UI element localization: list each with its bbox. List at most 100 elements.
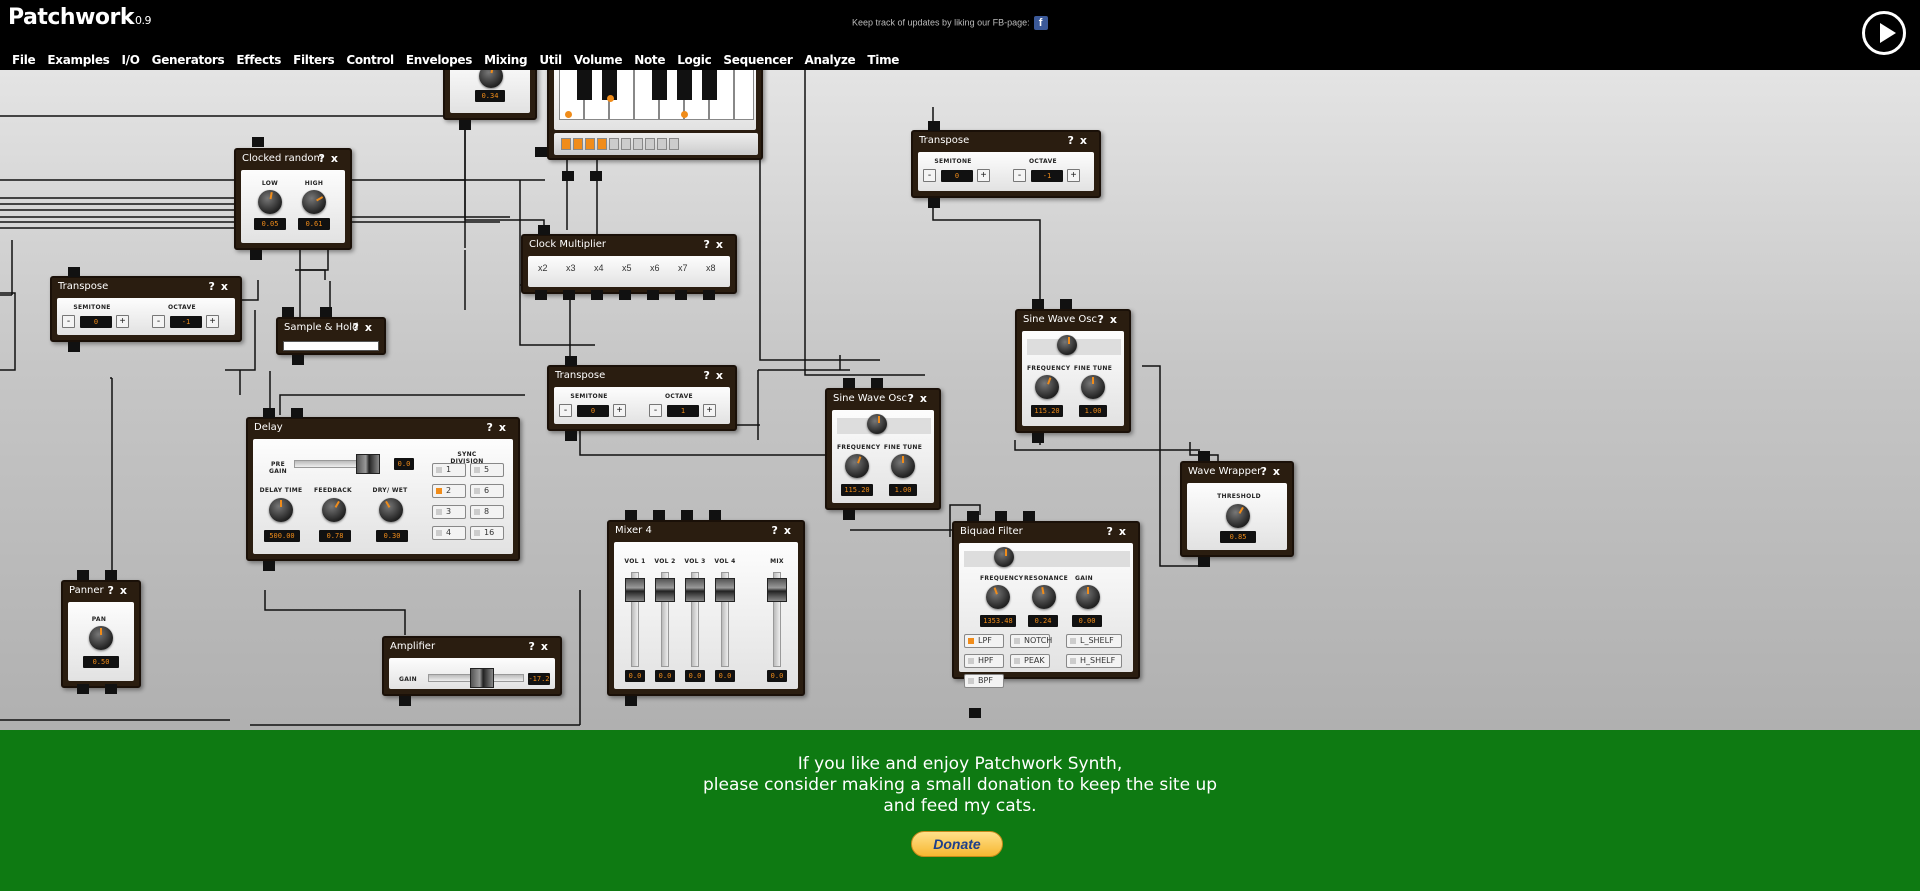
resonance-knob[interactable] [1032,585,1056,609]
hpf-button[interactable]: HPF [964,654,1004,668]
module-controls[interactable]: ?x [108,582,134,600]
sync-3-button[interactable]: 3 [432,505,466,519]
semitone-plus-button[interactable]: + [116,315,129,328]
port[interactable] [320,307,332,317]
semitone-minus-button[interactable]: - [62,315,75,328]
sequence-pad[interactable] [657,138,667,150]
port[interactable] [535,290,547,300]
help-button[interactable]: ? [209,280,221,293]
bpf-button[interactable]: BPF [964,674,1004,688]
module-controls[interactable]: ?x [529,638,555,656]
close-button[interactable]: x [1110,313,1123,326]
octave-plus-button[interactable]: + [206,315,219,328]
sync-16-button[interactable]: 16 [470,526,504,540]
port[interactable] [263,561,275,571]
help-button[interactable]: ? [1098,313,1110,326]
module-controls[interactable]: ?x [1098,311,1124,329]
octave-plus-button[interactable]: + [1067,169,1080,182]
port[interactable] [105,684,117,694]
module-controls[interactable]: ?x [1068,132,1094,150]
menu-sequencer[interactable]: Sequencer [723,53,792,67]
multiplier-x7[interactable]: x7 [678,263,688,273]
port[interactable] [871,378,883,388]
port[interactable] [291,408,303,418]
feedback-knob[interactable] [322,498,346,522]
low-knob[interactable] [258,190,282,214]
port[interactable] [995,511,1007,521]
piano-black-key[interactable] [677,70,692,100]
port[interactable] [703,290,715,300]
module-wave-wrapper[interactable]: Wave Wrapper ?x THRESHOLD 0.85 [1180,461,1294,557]
delay-time-knob[interactable] [269,498,293,522]
menu-examples[interactable]: Examples [47,53,109,67]
sync-6-button[interactable]: 6 [470,484,504,498]
multiplier-x2[interactable]: x2 [538,263,548,273]
port[interactable] [653,510,665,520]
port[interactable] [928,121,940,131]
help-button[interactable]: ? [704,369,716,382]
menu-file[interactable]: File [12,53,36,67]
patch-canvas[interactable]: 0.34 Clocked random ?x LOW HIGH 0.05 0.6… [0,70,1920,730]
port[interactable] [535,147,547,157]
semitone-minus-button[interactable]: - [559,404,572,417]
sequence-pad[interactable] [609,138,619,150]
port[interactable] [967,511,979,521]
sync-2-button[interactable]: 2 [432,484,466,498]
vol3-slider-thumb[interactable] [685,578,705,602]
module-clock-multiplier[interactable]: Clock Multiplier ?x x2 x3 x4 x5 x6 x7 x8 [521,234,737,294]
port[interactable] [459,120,471,130]
menu-io[interactable]: I/O [122,53,140,67]
module-sine-osc-1[interactable]: Sine Wave Osc ?x FREQUENCY FINE TUNE 115.… [825,388,941,510]
port[interactable] [105,570,117,580]
module-controls[interactable]: ?x [353,319,379,337]
port[interactable] [843,510,855,520]
module-controls[interactable]: ?x [319,150,345,168]
port[interactable] [263,408,275,418]
notch-button[interactable]: NOTCH [1010,634,1052,648]
module-controls[interactable]: ?x [704,367,730,385]
help-button[interactable]: ? [1107,525,1119,538]
module-top-knob[interactable]: 0.34 [443,70,537,120]
frequency-knob[interactable] [845,454,869,478]
port[interactable] [625,510,637,520]
high-shelf-button[interactable]: H_SHELF [1066,654,1122,668]
module-controls[interactable]: ?x [772,522,798,540]
close-button[interactable]: x [541,640,554,653]
frequency-knob[interactable] [986,585,1010,609]
port[interactable] [292,355,304,365]
port[interactable] [591,290,603,300]
module-controls[interactable]: ?x [1261,463,1287,481]
vol4-slider-thumb[interactable] [715,578,735,602]
semitone-plus-button[interactable]: + [613,404,626,417]
module-controls[interactable]: ?x [209,278,235,296]
port[interactable] [619,290,631,300]
octave-minus-button[interactable]: - [1013,169,1026,182]
port[interactable] [1198,451,1210,461]
sequence-pad[interactable] [561,138,571,150]
module-mixer4[interactable]: Mixer 4 ?x VOL 1 VOL 2 VOL 3 VOL 4 MIX 0.… [607,520,805,696]
sequence-pad[interactable] [645,138,655,150]
osc-mode-knob[interactable] [867,414,887,434]
sync-5-button[interactable]: 5 [470,463,504,477]
help-button[interactable]: ? [353,321,365,334]
module-biquad-filter[interactable]: Biquad Filter ?x FREQUENCY RESONANCE GAIN… [952,521,1140,688]
frequency-knob[interactable] [1035,375,1059,399]
close-button[interactable]: x [1273,465,1286,478]
menu-time[interactable]: Time [867,53,899,67]
port[interactable] [647,290,659,300]
port[interactable] [252,137,264,147]
piano-black-key[interactable] [702,70,717,100]
port[interactable] [969,708,981,718]
pan-knob[interactable] [89,626,113,650]
piano-key[interactable] [734,70,754,120]
menu-effects[interactable]: Effects [236,53,281,67]
close-button[interactable]: x [716,238,729,251]
help-button[interactable]: ? [108,584,120,597]
multiplier-x4[interactable]: x4 [594,263,604,273]
menu-util[interactable]: Util [539,53,562,67]
donate-button[interactable]: Donate [911,831,1003,857]
lpf-button[interactable]: LPF [964,634,1004,648]
close-button[interactable]: x [221,280,234,293]
port[interactable] [563,290,575,300]
menu-logic[interactable]: Logic [677,53,712,67]
